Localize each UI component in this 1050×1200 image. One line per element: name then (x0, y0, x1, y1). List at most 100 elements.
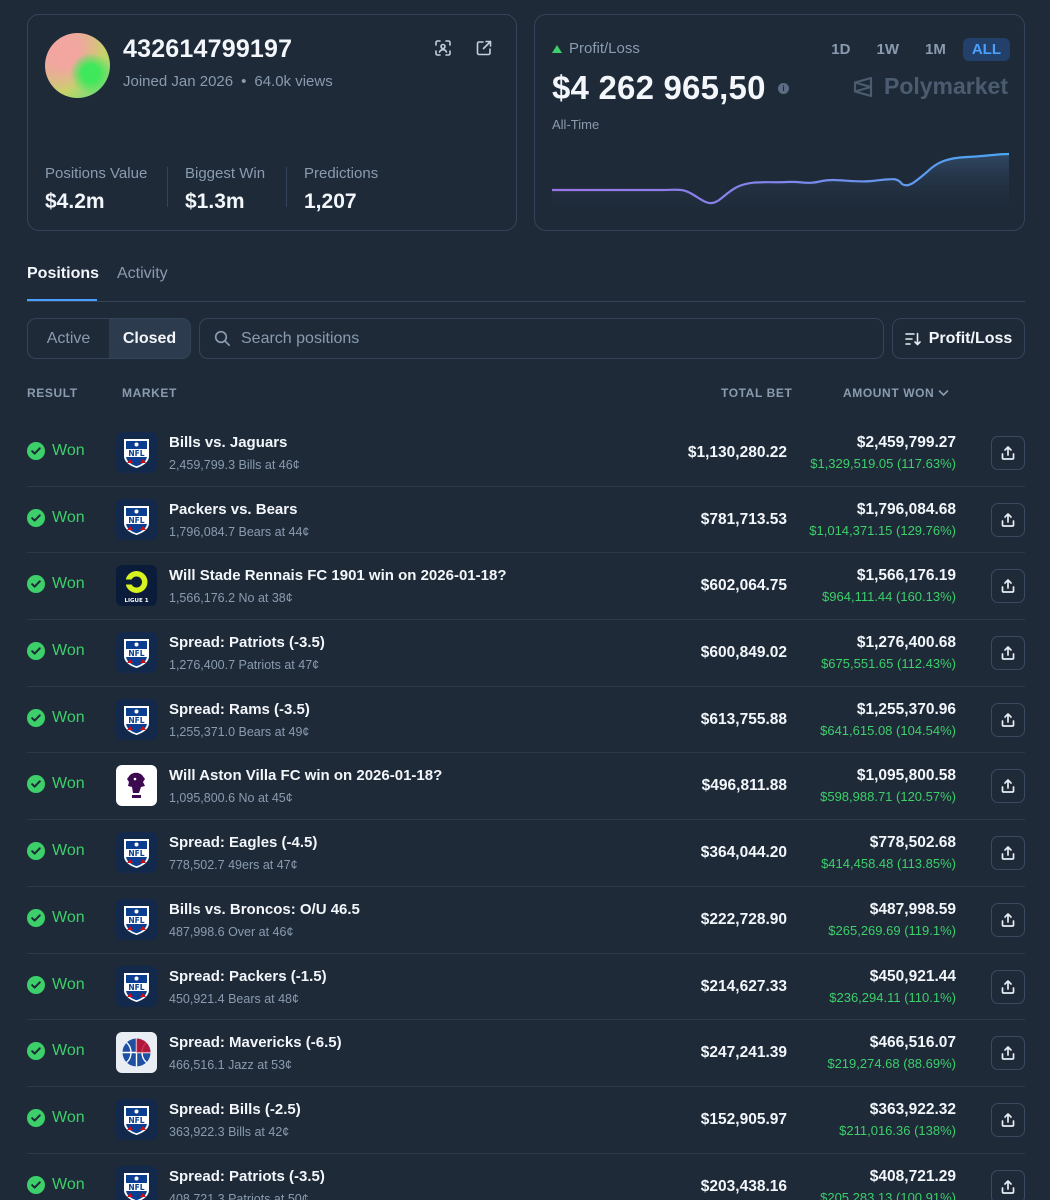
header-total-bet[interactable]: TOTAL BET (721, 386, 792, 400)
external-link-icon[interactable] (475, 39, 495, 59)
stat-value: $1.3m (185, 190, 245, 213)
svg-text:NFL: NFL (128, 516, 144, 525)
profit-amount: $641,615.08 (104.54%) (820, 722, 956, 738)
header-amount-won[interactable]: AMOUNT WON (843, 386, 949, 400)
total-bet: $613,755.88 (700, 710, 787, 728)
share-button[interactable] (991, 769, 1025, 804)
market-position: 1,566,176.2 No at 38¢ (169, 591, 293, 606)
market-title[interactable]: Spread: Patriots (-3.5) (169, 1168, 325, 1185)
result-cell: Won (27, 1042, 85, 1061)
share-button[interactable] (991, 1036, 1025, 1071)
market-position: 1,796,084.7 Bears at 44¢ (169, 524, 310, 539)
tab-positions[interactable]: Positions (27, 265, 99, 283)
share-button[interactable] (991, 1102, 1025, 1137)
result-cell: Won (27, 1108, 85, 1127)
profit-amount: $598,988.71 (120.57%) (820, 789, 956, 805)
total-bet: $602,064.75 (700, 577, 787, 595)
result-label: Won (52, 1042, 85, 1060)
status-segment: Active Closed (27, 318, 191, 359)
segment-active[interactable]: Active (28, 319, 109, 358)
svg-text:NFL: NFL (128, 716, 144, 725)
pnl-period: All-Time (552, 117, 600, 132)
market-title[interactable]: Spread: Mavericks (-6.5) (169, 1034, 342, 1051)
check-circle-icon (27, 508, 45, 527)
svg-text:LIGUE 1: LIGUE 1 (124, 598, 148, 604)
share-button[interactable] (991, 1169, 1025, 1200)
segment-closed[interactable]: Closed (109, 319, 190, 358)
profit-amount: $265,269.69 (119.1%) (828, 922, 956, 938)
views-count: 64.0k views (254, 73, 333, 90)
tab-activity[interactable]: Activity (117, 265, 168, 283)
share-button[interactable] (991, 702, 1025, 737)
market-title[interactable]: Spread: Bills (-2.5) (169, 1101, 301, 1118)
share-button[interactable] (991, 902, 1025, 937)
search-input[interactable] (241, 329, 841, 348)
share-button[interactable] (991, 969, 1025, 1004)
range-1m[interactable]: 1M (916, 38, 955, 61)
amount-won: $1,255,370.96 (856, 700, 956, 718)
search-icon (214, 330, 231, 347)
share-icon (1001, 912, 1015, 927)
amount-won: $487,998.59 (869, 900, 956, 918)
stat-biggest-win: Biggest Win $1.3m (185, 165, 265, 214)
sort-label: Profit/Loss (928, 329, 1013, 347)
amount-won: $2,459,799.27 (856, 434, 956, 451)
profit-amount: $414,458.48 (113.85%) (821, 856, 956, 872)
table-row[interactable]: Won NFL Bills vs. Broncos: O/U 46.5 487,… (27, 887, 1025, 954)
result-label: Won (52, 442, 85, 459)
table-row[interactable]: Won NFL Spread: Packers (-1.5) 450,921.4… (27, 954, 1025, 1021)
table-row[interactable]: Won NFL Bills vs. Jaguars 2,459,799.3 Bi… (27, 420, 1025, 487)
market-title[interactable]: Spread: Packers (-1.5) (169, 968, 327, 985)
share-button[interactable] (991, 436, 1025, 470)
amount-won: $466,516.07 (869, 1034, 956, 1052)
total-bet: $152,905.97 (700, 1110, 787, 1128)
market-position: 363,922.3 Bills at 42¢ (169, 1124, 290, 1139)
market-title[interactable]: Bills vs. Jaguars (169, 434, 287, 451)
nba-logo (116, 1032, 157, 1074)
share-button[interactable] (991, 836, 1025, 871)
table-row[interactable]: Won NFL Spread: Bills (-2.5) 363,922.3 B… (27, 1087, 1025, 1154)
market-title[interactable]: Packers vs. Bears (169, 501, 297, 518)
range-1w[interactable]: 1W (867, 38, 908, 61)
profit-amount: $236,294.11 (110.1%) (829, 989, 956, 1005)
stat-value: $4.2m (45, 190, 105, 213)
result-label: Won (52, 508, 85, 526)
amount-won: $778,502.68 (869, 834, 956, 852)
avatar (45, 33, 110, 98)
market-title[interactable]: Spread: Eagles (-4.5) (169, 834, 317, 851)
table-row[interactable]: Won NFL Spread: Eagles (-4.5) 778,502.7 … (27, 820, 1025, 887)
table-row[interactable]: Won NFL Packers vs. Bears 1,796,084.7 Be… (27, 487, 1025, 554)
total-bet: $364,044.20 (700, 844, 787, 862)
table-row[interactable]: Won Will Aston Villa FC win on 2026-01-1… (27, 753, 1025, 821)
table-row[interactable]: Won LIGUE 1 Will Stade Rennais FC 1901 w… (27, 553, 1025, 621)
share-button[interactable] (991, 502, 1025, 537)
table-row[interactable]: Won Spread: Mavericks (-6.5) 466,516.1 J… (27, 1020, 1025, 1087)
total-bet: $781,713.53 (700, 510, 787, 528)
result-cell: Won (27, 442, 85, 460)
table-row[interactable]: Won NFL Spread: Rams (-3.5) 1,255,371.0 … (27, 687, 1025, 754)
username: 432614799197 (123, 35, 293, 63)
market-title[interactable]: Bills vs. Broncos: O/U 46.5 (169, 901, 360, 918)
sort-button[interactable]: Profit/Loss (892, 318, 1025, 359)
result-cell: Won (27, 975, 85, 994)
profile-card: 432614799197 Joined Jan 2026 • 64.0k views… (27, 14, 517, 231)
range-1d[interactable]: 1D (822, 38, 859, 61)
market-title[interactable]: Spread: Rams (-3.5) (169, 701, 310, 718)
market-title[interactable]: Will Aston Villa FC win on 2026-01-18? (169, 767, 442, 784)
range-all[interactable]: ALL (962, 38, 1010, 61)
share-icon (1001, 1113, 1015, 1127)
market-title[interactable]: Will Stade Rennais FC 1901 win on 2026-0… (169, 567, 506, 584)
trend-up-icon (552, 44, 562, 53)
info-icon[interactable]: i (778, 83, 789, 94)
market-title[interactable]: Spread: Patriots (-3.5) (169, 634, 325, 651)
scan-icon[interactable] (434, 39, 454, 59)
stat-label: Positions Value (45, 165, 148, 182)
share-button[interactable] (991, 636, 1025, 671)
share-icon (1001, 1179, 1015, 1194)
result-label: Won (52, 1175, 85, 1193)
premier-logo (116, 765, 157, 807)
table-row[interactable]: Won NFL Spread: Patriots (-3.5) 1,276,40… (27, 620, 1025, 687)
table-row[interactable]: Won NFL Spread: Patriots (-3.5) 408,721.… (27, 1154, 1025, 1200)
nfl-logo: NFL (116, 898, 157, 940)
share-button[interactable] (991, 569, 1025, 604)
